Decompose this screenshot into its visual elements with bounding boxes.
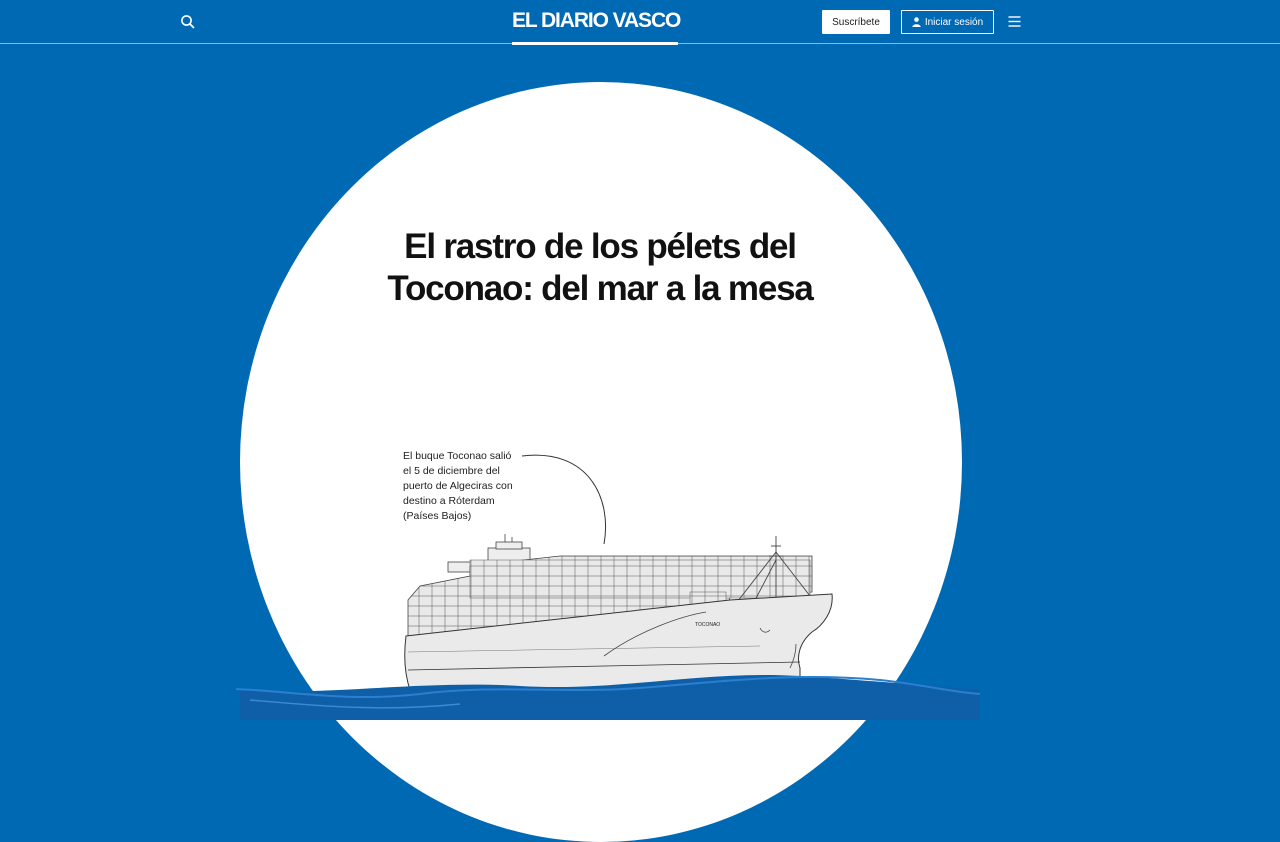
caption-leader-line [521, 454, 607, 545]
ship-illustration: TOCONAO [235, 454, 981, 720]
ship-name-label: TOCONAO [695, 622, 720, 628]
